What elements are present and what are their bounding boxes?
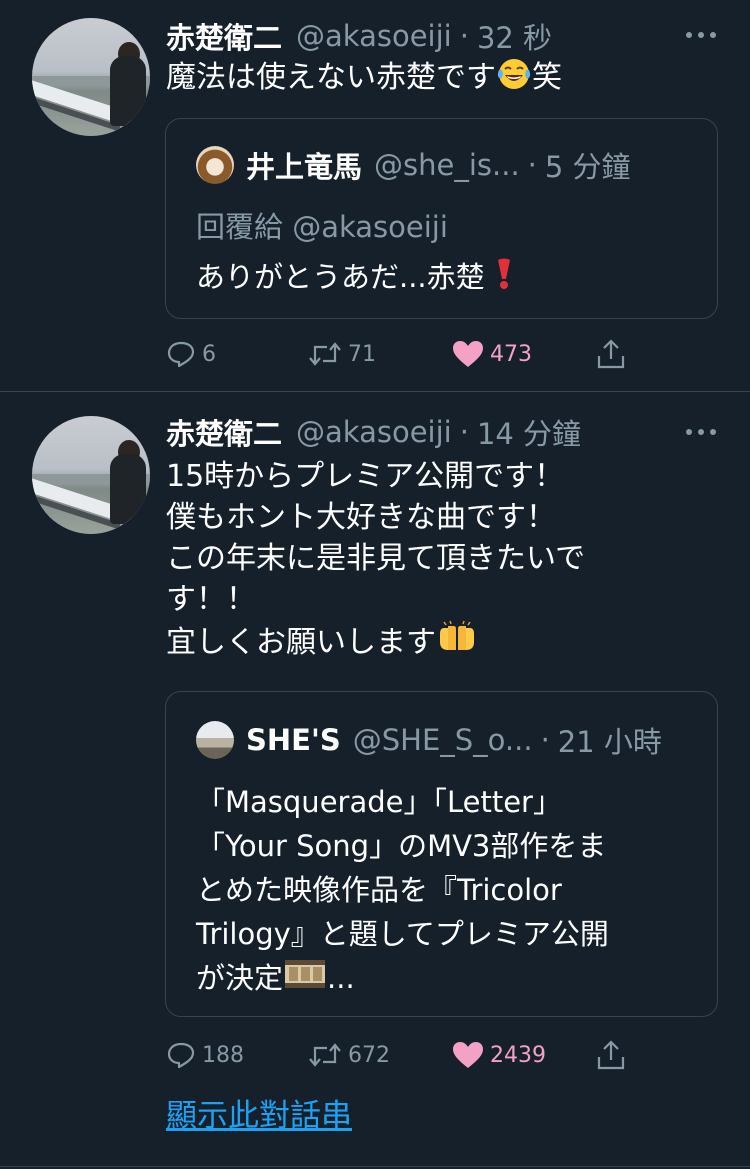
like-count: 2439 [490, 1042, 546, 1068]
tweet-header: 赤楚衛二 @akasoeiji · 14 分鐘 [166, 412, 581, 452]
reply-icon [167, 341, 195, 368]
tweet-actions: 6 71 473 [166, 336, 636, 372]
tweet-line: す！！ [166, 582, 256, 617]
reply-button[interactable]: 188 [166, 1037, 244, 1073]
film-frames-icon [285, 960, 326, 988]
like-button[interactable]: 473 [452, 336, 532, 372]
like-button[interactable]: 2439 [452, 1037, 546, 1073]
quoted-text-main: ありがとうあだ...赤楚 [196, 260, 485, 294]
separator: · [459, 415, 469, 449]
author-name[interactable]: 赤楚衛二 [166, 15, 282, 57]
share-icon [597, 1040, 625, 1070]
tweet-line-last: 宜しくお願いします [166, 620, 666, 663]
separator: · [540, 723, 550, 757]
retweet-icon [309, 342, 341, 366]
quoted-author-handle: @she_is... [374, 148, 520, 182]
more-options-icon[interactable] [686, 427, 716, 437]
quoted-author-handle: @SHE_S_o... [352, 723, 533, 757]
tweet[interactable]: 赤楚衛二 @akasoeiji · 32 秒 魔法は使えない赤楚です 笑 井上竜… [0, 0, 750, 392]
retweet-button[interactable]: 71 [308, 336, 376, 372]
tweet-line: 僕もホント大好きな曲です！ [166, 500, 556, 535]
retweet-icon [309, 1043, 341, 1067]
timestamp[interactable]: 32 秒 [477, 15, 552, 57]
separator: · [527, 148, 537, 182]
tweet-text-suffix: 笑 [532, 60, 562, 95]
quoted-tweet-header: SHE'S @SHE_S_o... · 21 小時 [196, 720, 662, 760]
truncation-ellipsis: ... [327, 961, 355, 995]
tweet-text-main: 魔法は使えない赤楚です [166, 60, 496, 95]
tweet[interactable]: 赤楚衛二 @akasoeiji · 14 分鐘 15時からプレミア公開です！ 僕… [0, 392, 750, 1167]
heart-icon [453, 341, 483, 367]
timestamp[interactable]: 14 分鐘 [477, 411, 581, 453]
quoted-tweet[interactable]: SHE'S @SHE_S_o... · 21 小時 「Masquerade」「L… [165, 691, 718, 1017]
tweet-actions: 188 672 2439 [166, 1037, 636, 1073]
show-thread-link[interactable]: 顯示此對話串 [166, 1090, 352, 1135]
retweet-count: 71 [348, 341, 376, 367]
tweet-line: 宜しくお願いします [166, 625, 436, 660]
reply-icon [167, 1042, 195, 1069]
quoted-line: が決定 [196, 961, 284, 995]
share-icon [597, 339, 625, 369]
quoted-line-last: が決定 ... [196, 956, 609, 1000]
more-options-icon[interactable] [686, 30, 716, 40]
quoted-timestamp: 21 小時 [557, 725, 662, 759]
tweet-header: 赤楚衛二 @akasoeiji · 32 秒 [166, 16, 552, 56]
share-button[interactable] [596, 1037, 632, 1073]
quoted-tweet-header: 井上竜馬 @she_is... · 5 分鐘 [196, 145, 631, 185]
reply-count: 188 [202, 1042, 244, 1068]
quoted-timestamp: 5 分鐘 [544, 150, 631, 184]
quoted-tweet-text: ありがとうあだ...赤楚 [196, 257, 514, 297]
like-count: 473 [490, 341, 532, 367]
tweet-line: 15時からプレミア公開です！ [166, 459, 565, 494]
author-avatar[interactable] [32, 18, 150, 136]
quoted-author-avatar [196, 721, 234, 759]
share-button[interactable] [596, 336, 632, 372]
raising-hands-icon [440, 620, 474, 650]
heart-icon [453, 1042, 483, 1068]
tweet-line: この年末に是非見て頂きたいで [166, 541, 586, 576]
quoted-tweet[interactable]: 井上竜馬 @she_is... · 5 分鐘 回覆給 @akasoeiji あり… [165, 118, 718, 319]
author-avatar[interactable] [32, 416, 150, 534]
tweet-text: 15時からプレミア公開です！ 僕もホント大好きな曲です！ この年末に是非見て頂き… [166, 456, 666, 663]
author-handle[interactable]: @akasoeiji [296, 415, 452, 449]
quoted-line: とめた映像作品を『Tricolor [196, 873, 562, 907]
quoted-line: 「Your Song」のMV3部作をま [196, 829, 607, 863]
tweet-text: 魔法は使えない赤楚です 笑 [166, 57, 666, 98]
reply-to-label: 回覆給 @akasoeiji [196, 210, 448, 244]
author-name[interactable]: 赤楚衛二 [166, 411, 282, 453]
face-with-tears-of-joy-icon [497, 59, 531, 89]
quoted-line: Trilogy』と題してプレミア公開 [196, 917, 609, 951]
retweet-button[interactable]: 672 [308, 1037, 390, 1073]
reply-count: 6 [202, 341, 216, 367]
quoted-author-name: 井上竜馬 [246, 150, 363, 184]
quoted-tweet-text: 「Masquerade」「Letter」 「Your Song」のMV3部作をま… [196, 780, 609, 1000]
retweet-count: 672 [348, 1042, 390, 1068]
heavy-exclamation-mark-icon [497, 258, 510, 289]
quoted-author-avatar [196, 146, 234, 184]
quoted-line: 「Masquerade」「Letter」 [196, 785, 562, 819]
reply-button[interactable]: 6 [166, 336, 216, 372]
quoted-author-name: SHE'S [246, 723, 341, 757]
author-handle[interactable]: @akasoeiji [296, 19, 452, 53]
separator: · [459, 19, 469, 53]
